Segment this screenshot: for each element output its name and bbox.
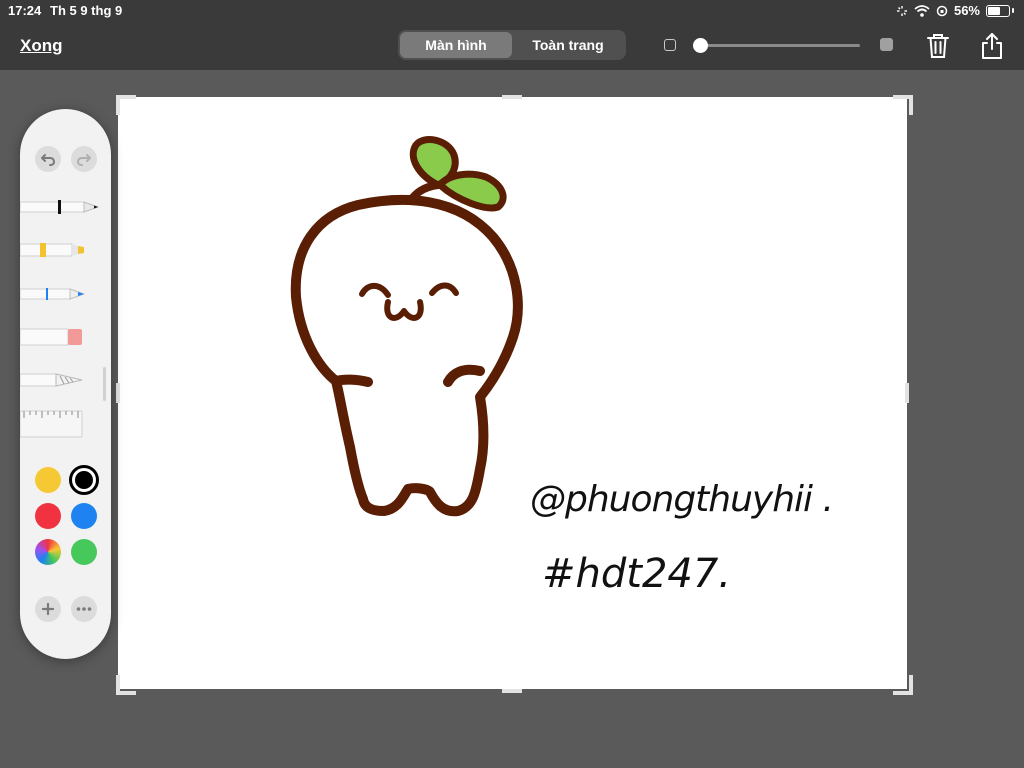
status-date: Th 5 9 thg 9 (50, 3, 123, 18)
rotation-lock-icon (936, 5, 948, 16)
share-icon[interactable] (979, 32, 1005, 60)
redo-button[interactable] (71, 146, 97, 172)
large-size-icon (880, 38, 893, 51)
tab-full-page[interactable]: Toàn trang (512, 32, 624, 58)
ruler-tool[interactable] (20, 409, 100, 439)
tool-palette (20, 109, 111, 659)
view-segmented-control: Màn hình Toàn trang (398, 30, 626, 60)
color-yellow-swatch[interactable] (35, 467, 61, 493)
more-button[interactable] (71, 596, 97, 622)
status-time: 17:24 (8, 3, 42, 18)
color-blue-swatch[interactable] (71, 503, 97, 529)
plus-icon (41, 602, 55, 616)
status-bar: 17:24 Th 5 9 thg 9 56% (0, 0, 1024, 22)
color-black-swatch-selected[interactable] (69, 465, 99, 495)
pen-tool[interactable] (20, 196, 100, 218)
pencil-tool[interactable] (20, 283, 100, 305)
tab-screen[interactable]: Màn hình (400, 32, 512, 58)
undo-button[interactable] (35, 146, 61, 172)
done-button[interactable]: Xong (20, 36, 63, 56)
small-size-icon (664, 39, 676, 51)
eraser-tool[interactable] (20, 326, 100, 348)
trash-icon[interactable] (925, 32, 951, 60)
markup-toolbar: Xong Màn hình Toàn trang (0, 22, 1024, 70)
undo-icon (41, 154, 55, 166)
opacity-slider-track[interactable] (700, 44, 860, 47)
redo-icon (77, 154, 91, 166)
sprout-character-drawing (290, 136, 523, 517)
ellipsis-icon (76, 607, 92, 611)
battery-percent: 56% (953, 3, 980, 18)
drawing-canvas[interactable]: @phuongthuyhii . #hdt247. (118, 97, 907, 689)
wifi-icon (914, 4, 930, 17)
handwritten-hashtag: #hdt247. (542, 551, 732, 597)
battery-icon (986, 4, 1010, 17)
color-picker-wheel[interactable] (35, 539, 61, 565)
add-button[interactable] (35, 596, 61, 622)
palette-scroll-indicator (103, 367, 106, 401)
marker-tool[interactable] (20, 239, 100, 261)
color-red-swatch[interactable] (35, 503, 61, 529)
handwritten-handle: @phuongthuyhii . (530, 479, 834, 520)
opacity-slider-knob[interactable] (693, 38, 708, 53)
color-green-swatch[interactable] (71, 539, 97, 565)
activity-icon (896, 5, 907, 16)
lasso-tool[interactable] (20, 369, 100, 391)
status-indicators: 56% (896, 3, 1014, 18)
